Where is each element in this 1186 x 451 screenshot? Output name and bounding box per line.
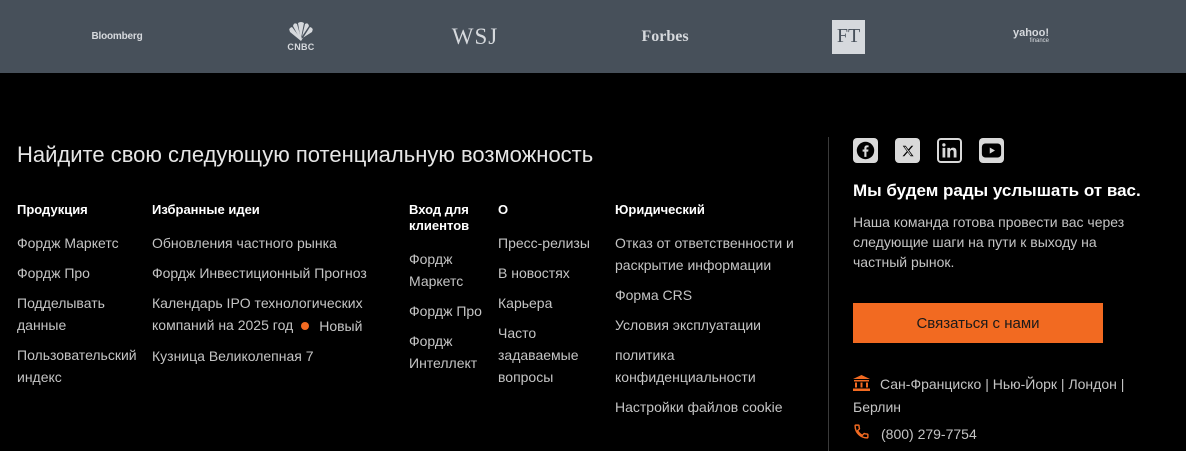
phone-contact[interactable]: (800) 279-7754 [853,423,977,446]
products-column: Продукция Фордж Маркетс Фордж Про Поддел… [17,202,142,388]
press-logo-bar: Bloomberg CNBC WSJ Forbes FT yahoo! fina… [0,0,1186,73]
ft-logo: FT [832,0,865,73]
legal-link[interactable]: Настройки файлов cookie [615,396,815,418]
login-link[interactable]: Фордж Маркетс [409,248,491,292]
about-link[interactable]: Пресс-релизы [498,232,608,254]
peacock-icon [289,21,313,41]
about-link[interactable]: В новостях [498,262,608,284]
legal-link[interactable]: Условия эксплуатации [615,314,815,336]
products-link[interactable]: Подделывать данные [17,292,142,336]
bank-icon [853,375,870,397]
login-link[interactable]: Фордж Про [409,300,491,322]
about-link[interactable]: Часто задаваемые вопросы [498,322,608,388]
about-title: О [498,202,509,217]
legal-link[interactable]: Форма CRS [615,284,815,306]
ideas-link[interactable]: Обновления частного рынка [152,232,392,254]
yahoo-finance-logo: yahoo! finance [1012,26,1050,44]
login-link[interactable]: Фордж Интеллект [409,330,491,374]
ideas-link[interactable]: Фордж Инвестиционный Прогноз [152,262,392,284]
legal-link[interactable]: политика конфиденциальности [615,344,815,388]
products-link[interactable]: Фордж Маркетс [17,232,142,254]
ideas-column: Избранные идеи Обновления частного рынка… [152,202,392,367]
footer-headline: Найдите свою следующую потенциальную воз… [17,142,594,167]
facebook-icon[interactable] [853,138,878,163]
linkedin-icon[interactable] [937,138,962,163]
ideas-link-ipo[interactable]: Календарь IPO технологических компаний н… [152,292,392,337]
ideas-title: Избранные идеи [152,202,260,217]
social-links [853,138,1004,163]
bloomberg-logo: Bloomberg [91,31,143,42]
contact-description: Наша команда готова провести вас через с… [853,214,1125,270]
contact-us-button[interactable]: Связаться с нами [853,303,1103,343]
ideas-link[interactable]: Кузница Великолепная 7 [152,345,392,367]
wsj-logo: WSJ [451,23,499,49]
new-badge: Новый [301,315,362,337]
forbes-logo: Forbes [641,27,689,45]
legal-link[interactable]: Отказ от ответственности и раскрытие инф… [615,232,815,276]
login-title: Вход для клиентов [409,202,470,233]
youtube-icon[interactable] [979,138,1004,163]
contact-title: Мы будем рады услышать от вас. [853,181,1141,200]
vertical-divider [828,137,829,451]
login-column: Вход для клиентов Фордж Маркетс Фордж Пр… [409,202,491,374]
office-locations: Сан-Франциско | Нью-Йорк | Лондон | Берл… [853,375,1125,415]
x-icon[interactable] [895,138,920,163]
new-dot-icon [301,322,310,330]
about-column: О Пресс-релизы В новостях Карьера Часто … [498,202,608,388]
products-title: Продукция [17,202,88,217]
legal-title: Юридический [615,202,705,217]
about-link[interactable]: Карьера [498,292,608,314]
products-link[interactable]: Пользовательский индекс [17,344,142,388]
products-link[interactable]: Фордж Про [17,262,142,284]
phone-icon [853,423,870,446]
cnbc-logo: CNBC [281,0,321,73]
legal-column: Юридический Отказ от ответственности и р… [615,202,815,418]
